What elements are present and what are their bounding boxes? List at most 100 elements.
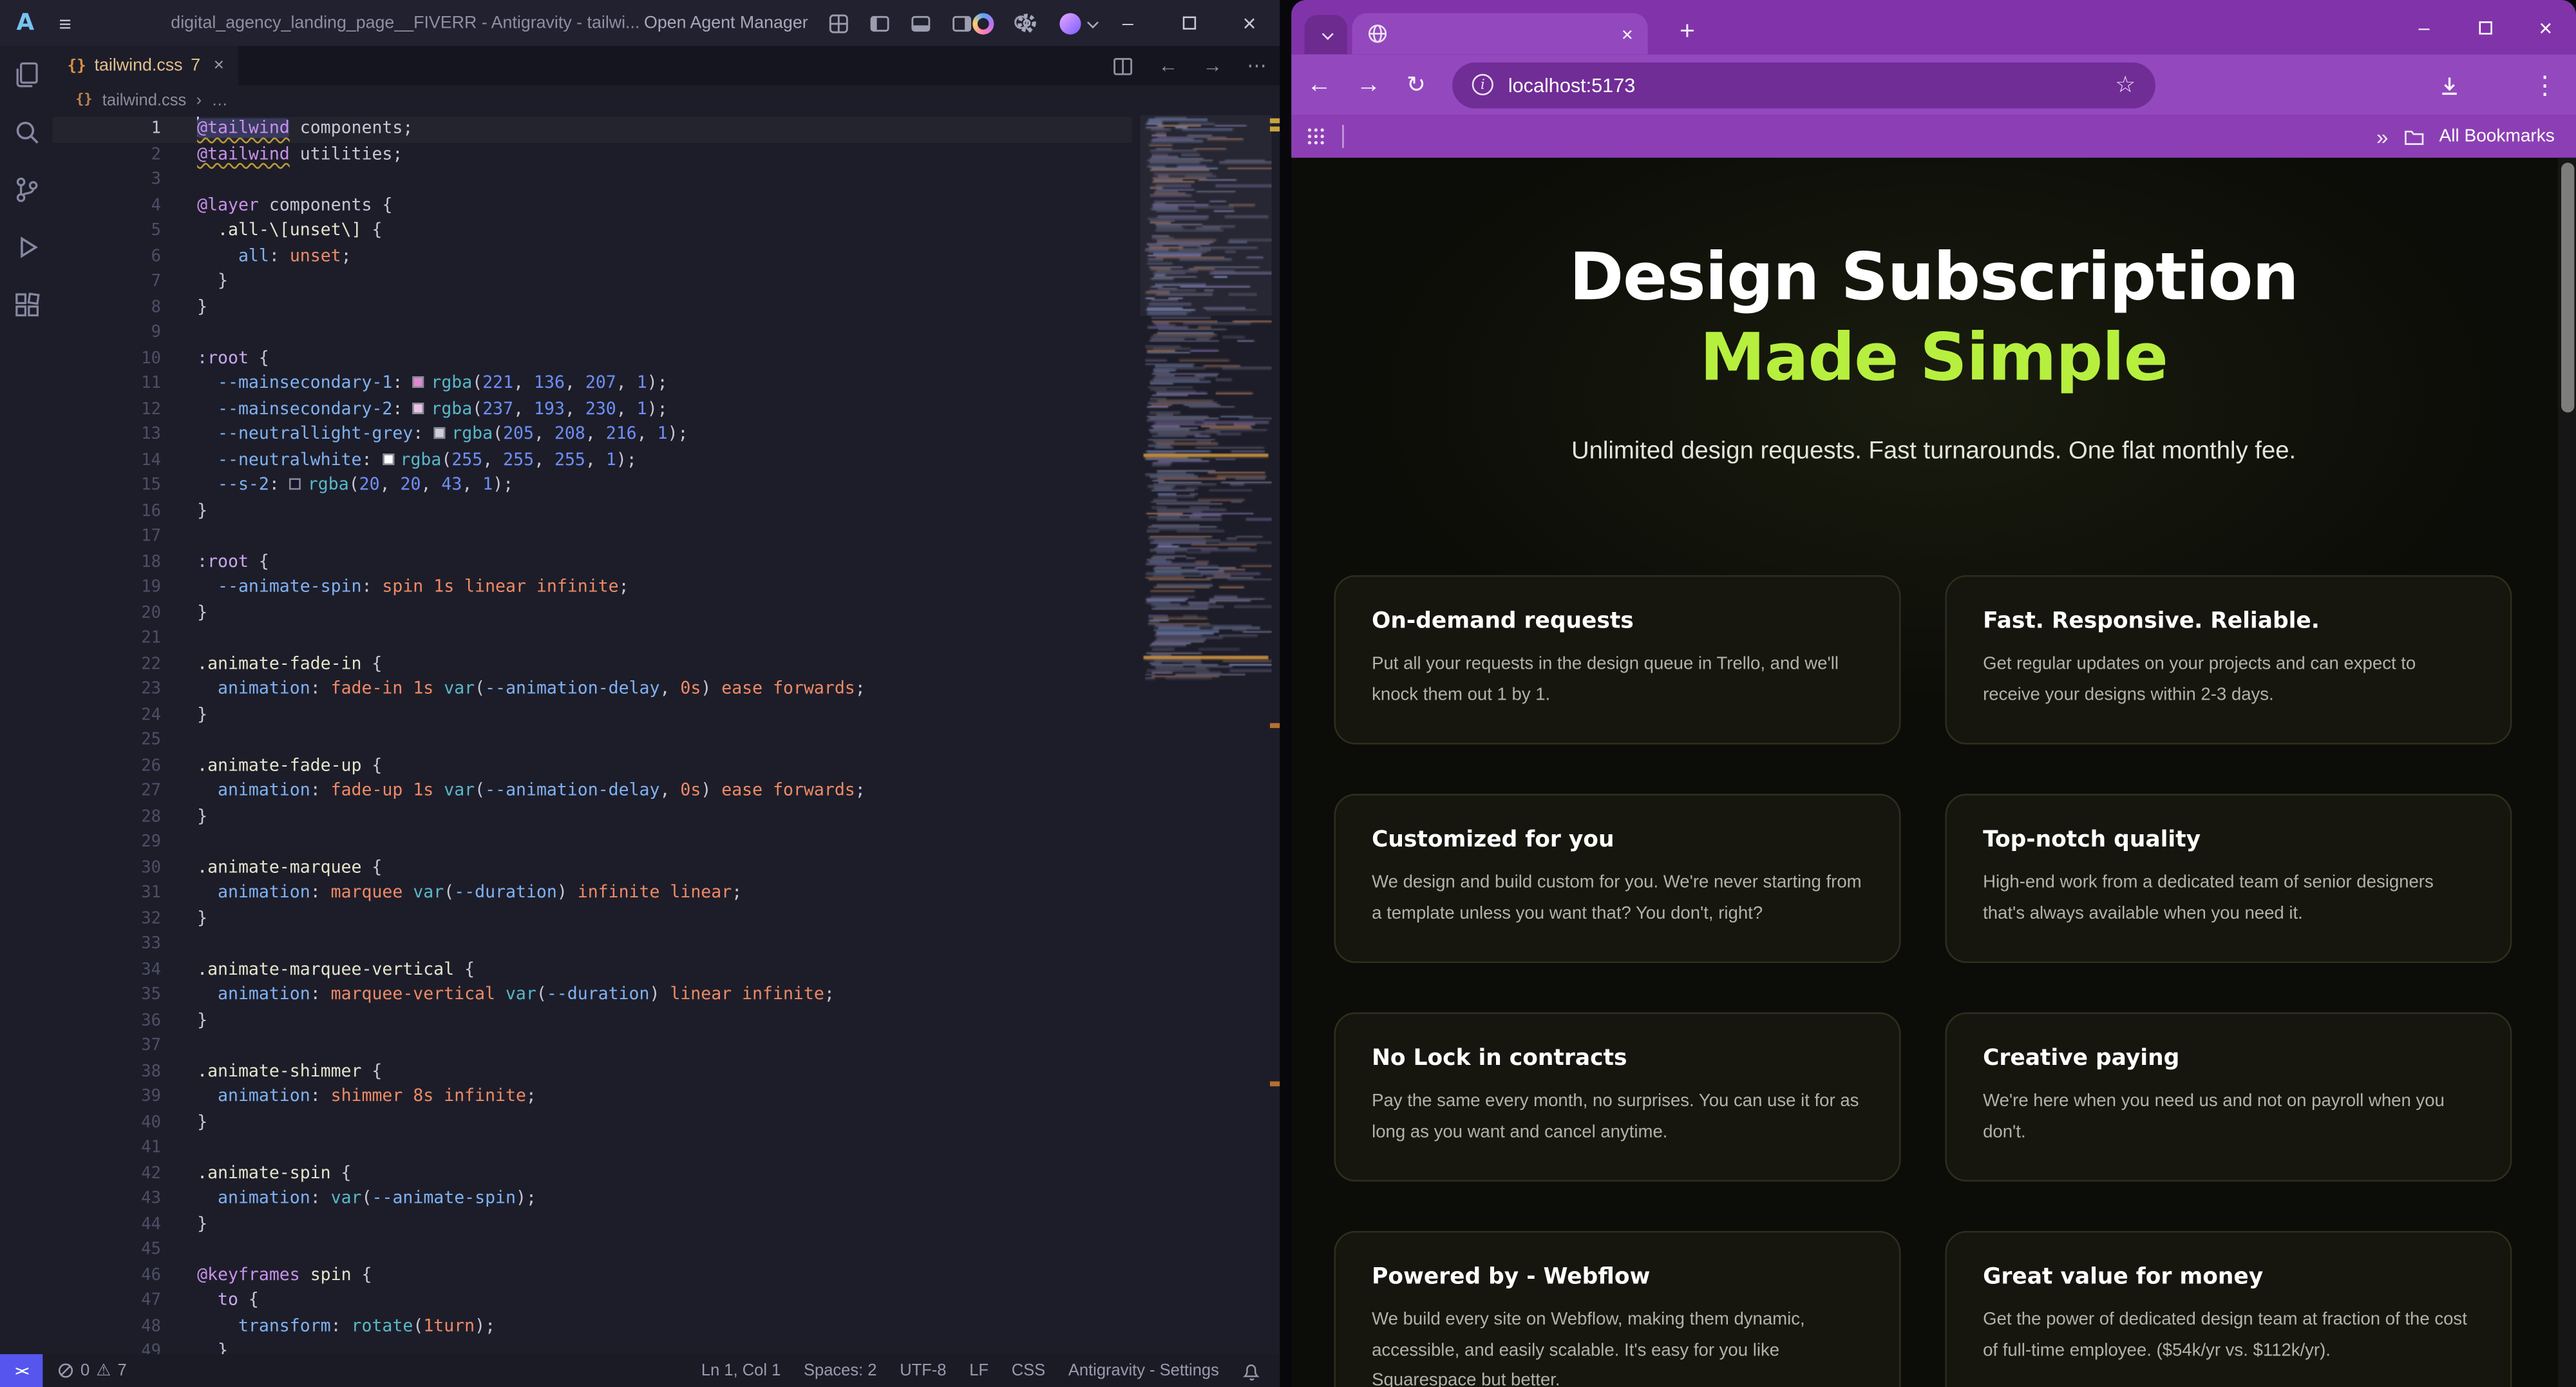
tab-close-icon[interactable]: ×	[1622, 22, 1633, 45]
downloads-button[interactable]	[2430, 54, 2469, 115]
gear-icon[interactable]	[1016, 12, 1039, 35]
status-item[interactable]: LF	[969, 1362, 989, 1380]
maximize-button[interactable]	[2454, 0, 2515, 54]
code-area[interactable]: 1@tailwind components;2@tailwind utiliti…	[53, 117, 1132, 1354]
problems-status[interactable]: 0 ⚠ 7	[57, 1362, 126, 1380]
search-sidebar-icon[interactable]	[12, 119, 40, 146]
browser-tab-active[interactable]: ×	[1352, 13, 1647, 54]
code-line[interactable]: 7 }	[53, 269, 1132, 295]
tab-close-icon[interactable]: ×	[214, 56, 224, 76]
color-swatch[interactable]	[382, 453, 393, 464]
code-editor[interactable]: 1@tailwind components;2@tailwind utiliti…	[53, 115, 1280, 1354]
code-line[interactable]: 41	[53, 1136, 1132, 1162]
code-line[interactable]: 37	[53, 1034, 1132, 1060]
reload-button[interactable]: ↻	[1396, 54, 1435, 115]
color-swatch[interactable]	[413, 402, 424, 414]
code-line[interactable]: 16}	[53, 499, 1132, 524]
code-line[interactable]: 5 .all-\[unset\] {	[53, 218, 1132, 244]
bookmark-star-icon[interactable]: ☆	[2115, 71, 2136, 99]
code-line[interactable]: 1@tailwind components;	[53, 117, 1132, 142]
scrollbar-thumb[interactable]	[2561, 163, 2573, 413]
explorer-icon[interactable]	[12, 61, 40, 88]
code-line[interactable]: 42.animate-spin {	[53, 1161, 1132, 1187]
status-item[interactable]: UTF-8	[900, 1362, 946, 1380]
code-line[interactable]: 6 all: unset;	[53, 244, 1132, 270]
split-editor-icon[interactable]	[1112, 55, 1133, 76]
tab-search-button[interactable]	[1305, 15, 1347, 54]
browser-menu-button[interactable]: ⋮	[2525, 54, 2564, 115]
code-line[interactable]: 44}	[53, 1212, 1132, 1238]
code-line[interactable]: 30.animate-marquee {	[53, 856, 1132, 881]
profile-button[interactable]	[1059, 12, 1095, 33]
code-line[interactable]: 49 }	[53, 1339, 1132, 1354]
menu-icon[interactable]: ≡	[59, 11, 71, 35]
code-line[interactable]: 29	[53, 830, 1132, 856]
run-debug-icon[interactable]	[12, 233, 40, 261]
site-info-icon[interactable]: i	[1472, 74, 1493, 95]
code-line[interactable]: 2@tailwind utilities;	[53, 142, 1132, 168]
minimap-viewport[interactable]	[1140, 115, 1271, 316]
toggle-sidebar-icon[interactable]	[869, 12, 890, 33]
code-line[interactable]: 9	[53, 320, 1132, 346]
code-line[interactable]: 14 --neutralwhite: rgba(255, 255, 255, 1…	[53, 448, 1132, 473]
code-line[interactable]: 15 --s-2: rgba(20, 20, 43, 1);	[53, 473, 1132, 499]
breadcrumb[interactable]: {} tailwind.css › …	[53, 86, 1280, 115]
code-line[interactable]: 36}	[53, 1008, 1132, 1034]
toggle-panel-icon[interactable]	[910, 12, 931, 33]
code-line[interactable]: 25	[53, 728, 1132, 754]
code-line[interactable]: 17	[53, 524, 1132, 550]
code-line[interactable]: 24}	[53, 703, 1132, 729]
page-scrollbar[interactable]	[2558, 158, 2576, 1387]
open-agent-manager-button[interactable]: Open Agent Manager	[644, 13, 808, 33]
code-line[interactable]: 35 animation: marquee-vertical var(--dur…	[53, 983, 1132, 1009]
status-item[interactable]: CSS	[1012, 1362, 1045, 1380]
code-line[interactable]: 22.animate-fade-in {	[53, 651, 1132, 677]
code-line[interactable]: 31 animation: marquee var(--duration) in…	[53, 881, 1132, 906]
maximize-button[interactable]	[1158, 0, 1218, 46]
code-line[interactable]: 45	[53, 1238, 1132, 1263]
code-line[interactable]: 27 animation: fade-up 1s var(--animation…	[53, 779, 1132, 805]
code-line[interactable]: 39 animation: shimmer 8s infinite;	[53, 1085, 1132, 1111]
account-ring-icon[interactable]	[972, 12, 994, 33]
code-line[interactable]: 3	[53, 167, 1132, 193]
code-line[interactable]: 26.animate-fade-up {	[53, 754, 1132, 780]
code-line[interactable]: 28}	[53, 805, 1132, 830]
code-line[interactable]: 18:root {	[53, 550, 1132, 575]
forward-button[interactable]: →	[1349, 54, 1388, 115]
status-item[interactable]: Spaces: 2	[804, 1362, 876, 1380]
code-line[interactable]: 12 --mainsecondary-2: rgba(237, 193, 230…	[53, 397, 1132, 423]
minimize-button[interactable]: –	[1097, 0, 1158, 46]
source-control-icon[interactable]	[12, 176, 40, 204]
code-line[interactable]: 40}	[53, 1110, 1132, 1136]
back-button[interactable]: ←	[1300, 54, 1339, 115]
more-actions-icon[interactable]: ⋯	[1247, 54, 1267, 77]
agent-manager-icon[interactable]	[828, 12, 849, 33]
navigate-forward-icon[interactable]: →	[1202, 54, 1222, 77]
code-line[interactable]: 48 transform: rotate(1turn);	[53, 1314, 1132, 1340]
breadcrumb-more[interactable]: …	[211, 91, 228, 110]
code-line[interactable]: 38.animate-shimmer {	[53, 1059, 1132, 1085]
code-line[interactable]: 4@layer components {	[53, 193, 1132, 219]
remote-indicator[interactable]: ><	[0, 1354, 43, 1387]
code-line[interactable]: 32}	[53, 906, 1132, 932]
url-text[interactable]: localhost:5173	[1508, 73, 1635, 97]
extensions-icon[interactable]	[12, 291, 40, 319]
close-button[interactable]: ×	[1219, 0, 1280, 46]
code-line[interactable]: 33	[53, 932, 1132, 957]
all-bookmarks-button[interactable]: All Bookmarks	[2439, 126, 2555, 146]
code-line[interactable]: 47 to {	[53, 1288, 1132, 1314]
code-line[interactable]: 10:root {	[53, 346, 1132, 372]
navigate-back-icon[interactable]: ←	[1158, 54, 1178, 77]
tab-tailwind-css[interactable]: {} tailwind.css 7 ×	[53, 46, 239, 85]
code-line[interactable]: 13 --neutrallight-grey: rgba(205, 208, 2…	[53, 423, 1132, 448]
color-swatch[interactable]	[290, 478, 301, 490]
bell-icon[interactable]	[1242, 1360, 1262, 1381]
status-item[interactable]: Ln 1, Col 1	[701, 1362, 781, 1380]
toggle-secondary-sidebar-icon[interactable]	[951, 12, 972, 33]
overflow-chevrons-icon[interactable]: »	[2376, 124, 2388, 149]
code-line[interactable]: 20}	[53, 600, 1132, 626]
color-swatch[interactable]	[433, 427, 445, 439]
code-line[interactable]: 43 animation: var(--animate-spin);	[53, 1187, 1132, 1212]
breadcrumb-file[interactable]: tailwind.css	[102, 91, 186, 110]
code-line[interactable]: 34.animate-marquee-vertical {	[53, 957, 1132, 983]
